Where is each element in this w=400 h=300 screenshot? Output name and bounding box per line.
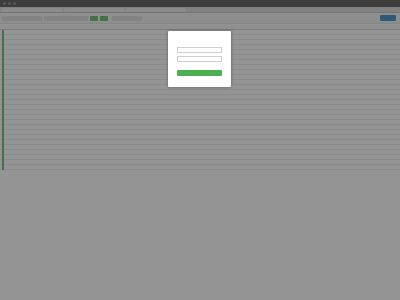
username-field[interactable] [177, 47, 222, 53]
login-modal [168, 31, 231, 87]
password-field[interactable] [177, 56, 222, 62]
login-submit-button[interactable] [177, 70, 222, 76]
